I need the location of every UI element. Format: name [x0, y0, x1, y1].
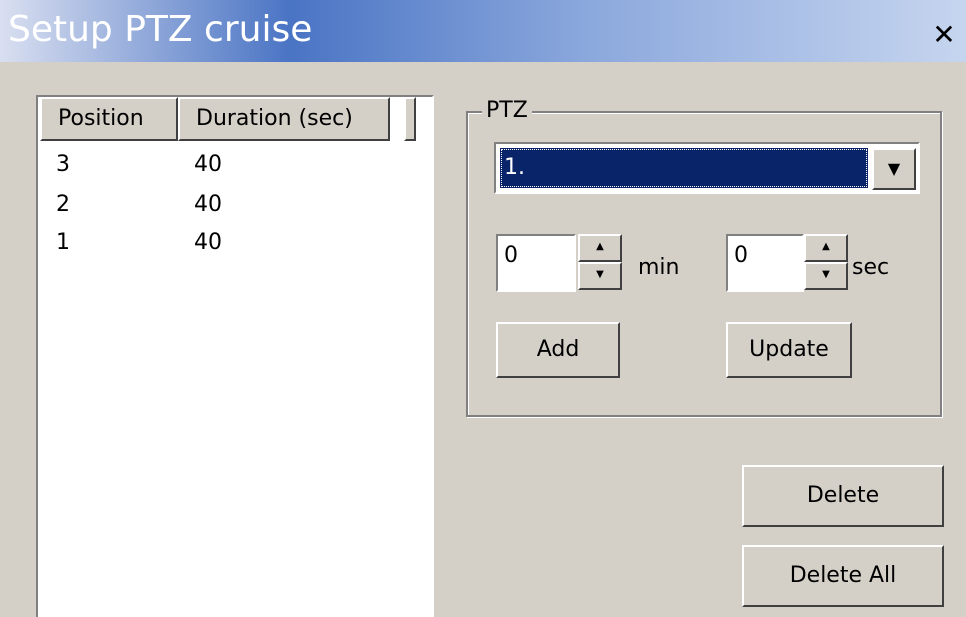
- close-icon: ✕: [932, 18, 956, 51]
- seconds-down-button[interactable]: ▼: [804, 262, 848, 290]
- dropdown-button[interactable]: ▼: [872, 148, 916, 190]
- delete-button[interactable]: Delete: [742, 465, 944, 527]
- list-header: Position Duration (sec): [38, 97, 432, 141]
- table-row[interactable]: 1 40: [38, 225, 428, 263]
- arrow-up-icon: ▲: [596, 241, 604, 252]
- delete-all-button[interactable]: Delete All: [742, 545, 944, 607]
- minutes-unit-label: min: [638, 255, 680, 280]
- cell-duration: 40: [194, 230, 222, 255]
- minutes-down-button[interactable]: ▼: [578, 262, 622, 290]
- cell-duration: 40: [194, 152, 222, 177]
- cell-duration: 40: [194, 192, 222, 217]
- window-title: Setup PTZ cruise: [8, 9, 313, 50]
- column-header-empty: [404, 97, 416, 141]
- preset-dropdown[interactable]: 1. ▼: [494, 142, 920, 194]
- cell-position: 1: [56, 230, 70, 255]
- minutes-input[interactable]: 0: [496, 234, 576, 292]
- column-header-duration[interactable]: Duration (sec): [178, 97, 390, 141]
- close-button[interactable]: ✕: [926, 18, 962, 52]
- column-header-position[interactable]: Position: [40, 97, 178, 141]
- minutes-up-button[interactable]: ▲: [578, 234, 622, 262]
- preset-selected-value: 1.: [500, 148, 868, 188]
- ptz-group-label: PTZ: [482, 98, 532, 124]
- seconds-up-button[interactable]: ▲: [804, 234, 848, 262]
- update-button[interactable]: Update: [726, 322, 852, 378]
- seconds-unit-label: sec: [852, 255, 890, 280]
- title-bar: Setup PTZ cruise ✕: [0, 0, 966, 62]
- table-row[interactable]: 3 40: [38, 147, 428, 185]
- cell-position: 3: [56, 152, 70, 177]
- chevron-down-icon: ▼: [887, 159, 901, 178]
- arrow-up-icon: ▲: [822, 241, 830, 252]
- cell-position: 2: [56, 192, 70, 217]
- cruise-position-list[interactable]: Position Duration (sec) 3 40 2 40 1 40: [36, 95, 434, 617]
- add-button[interactable]: Add: [496, 322, 620, 378]
- arrow-down-icon: ▼: [822, 269, 830, 280]
- seconds-input[interactable]: 0: [726, 234, 804, 292]
- table-row[interactable]: 2 40: [38, 187, 428, 225]
- arrow-down-icon: ▼: [596, 269, 604, 280]
